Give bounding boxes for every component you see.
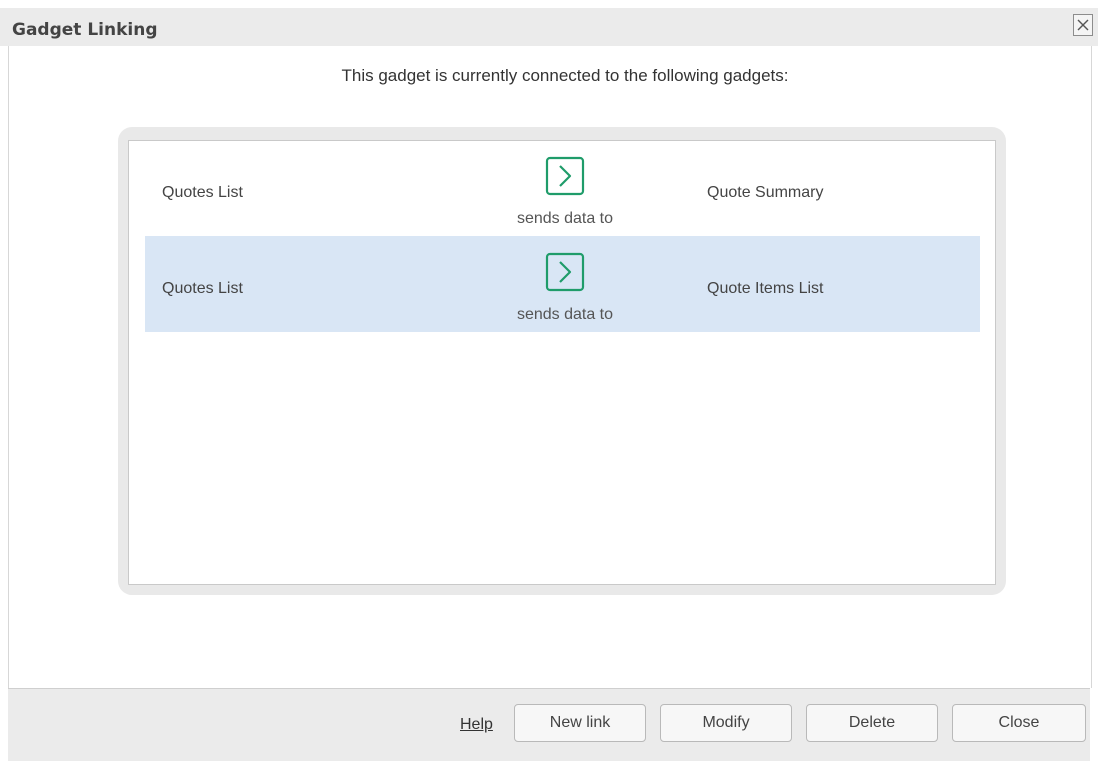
link-row-selected[interactable]: Quotes List sends data to Quote Items Li… [145,236,980,332]
intro-text: This gadget is currently connected to th… [341,66,789,85]
link-target: Quote Items List [707,280,824,297]
close-icon [1077,19,1089,31]
close-button[interactable]: Close [952,704,1086,742]
delete-button[interactable]: Delete [806,704,938,742]
close-dialog-button[interactable] [1073,14,1093,36]
link-source: Quotes List [162,280,243,297]
link-row[interactable]: Quotes List sends data to Quote Summary [145,140,980,236]
dialog-titlebar: Gadget Linking [0,8,1098,46]
modify-button[interactable]: Modify [660,704,792,742]
new-link-button[interactable]: New link [514,704,646,742]
link-relation: sends data to [516,306,614,323]
chevron-right-icon [545,156,585,196]
help-link[interactable]: Help [460,716,493,734]
link-target: Quote Summary [707,184,824,201]
link-source: Quotes List [162,184,243,201]
link-relation: sends data to [516,210,614,227]
gadget-linking-dialog: Gadget Linking This gadget is currently … [0,0,1098,761]
dialog-title: Gadget Linking [12,20,158,40]
chevron-right-icon [545,252,585,292]
